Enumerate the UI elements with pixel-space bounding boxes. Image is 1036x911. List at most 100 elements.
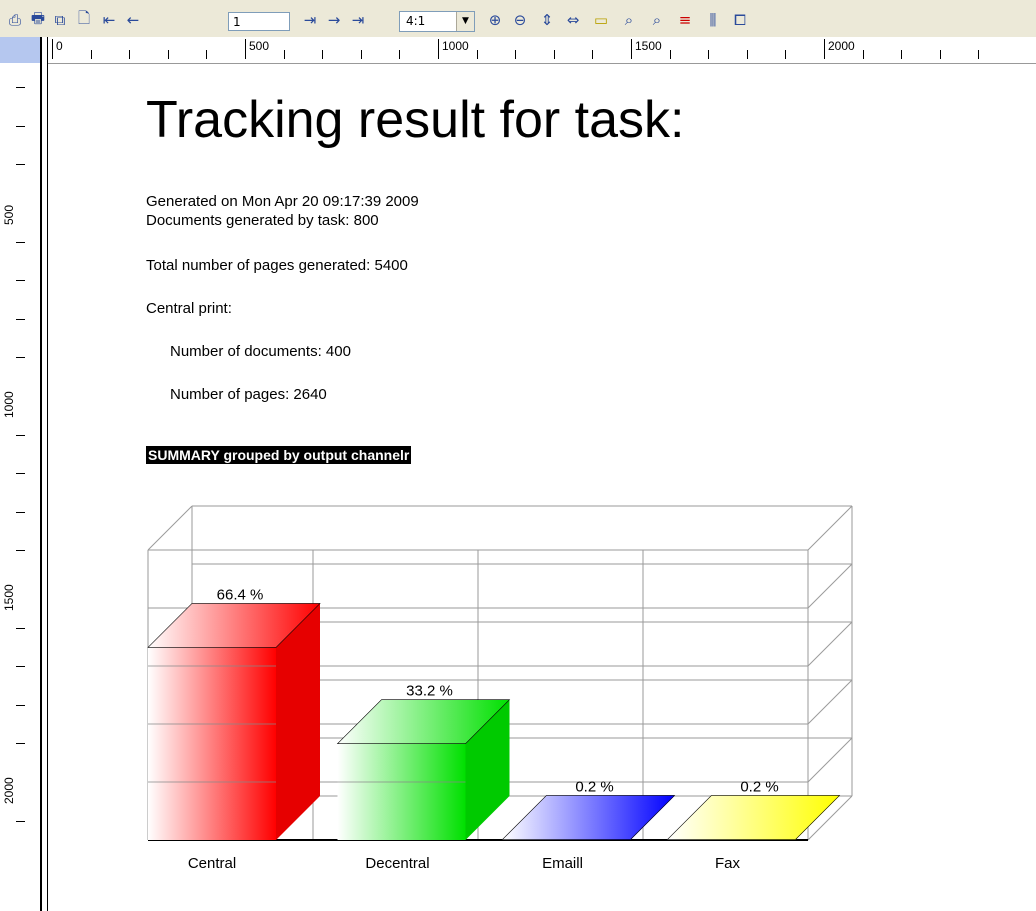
zoom-select[interactable]: 4:1 ▼ <box>399 11 475 32</box>
bar-fax <box>666 795 841 840</box>
ruler-tick <box>129 50 131 59</box>
bar-decentral <box>336 699 511 840</box>
horizontal-ruler: 0 500 1000 1500 2000 <box>46 37 1036 64</box>
ruler-tick <box>206 50 208 59</box>
ruler-tick <box>592 50 594 59</box>
ruler-tick <box>16 820 25 822</box>
ruler-tick <box>283 50 285 59</box>
ruler-tick <box>978 50 980 59</box>
bar-top <box>666 795 841 840</box>
ruler-tick <box>16 550 25 552</box>
ruler-tick <box>16 87 25 89</box>
ruler-tick <box>16 743 25 745</box>
previous-page-icon[interactable]: ← <box>123 10 143 30</box>
ruler-tick <box>476 50 478 59</box>
next-page-icon[interactable]: ⇥ <box>300 10 320 30</box>
ruler-tick <box>16 241 25 243</box>
gridline-top-left <box>147 505 193 551</box>
ruler-major-tick <box>824 39 825 59</box>
ruler-tick <box>746 50 748 59</box>
ruler-label: 1000 <box>2 391 16 418</box>
number-of-pages-text: Number of pages: 2640 <box>170 386 327 403</box>
ruler-tick <box>360 50 362 59</box>
central-print-heading: Central print: <box>146 300 232 317</box>
ruler-major-tick <box>52 39 53 59</box>
last-page-icon[interactable]: ⇥ <box>348 10 368 30</box>
ruler-tick <box>90 50 92 59</box>
ruler-tick <box>515 50 517 59</box>
report-title: Tracking result for task: <box>146 91 685 149</box>
chevron-down-icon[interactable]: ▼ <box>456 12 474 31</box>
ruler-tick <box>16 125 25 127</box>
page-edge <box>40 37 48 911</box>
ruler-tick <box>785 50 787 59</box>
bar-central <box>147 603 321 840</box>
data-label: 33.2 % <box>406 683 453 700</box>
ruler-label: 0 <box>56 39 63 53</box>
zoom-in-icon[interactable]: ⊕ <box>485 10 505 30</box>
forward-icon[interactable]: → <box>324 10 344 30</box>
ruler-tick <box>399 50 401 59</box>
lines-icon[interactable]: ≡ <box>675 10 695 30</box>
copy-icon[interactable]: ⧉ <box>50 10 70 30</box>
gridline-side <box>807 621 853 667</box>
find-next-icon[interactable]: ⌕ <box>647 10 667 30</box>
bar-front <box>337 743 466 840</box>
ruler-tick <box>16 666 25 668</box>
print-setup-icon[interactable]: 🖶 <box>28 9 48 30</box>
ruler-major-tick <box>631 39 632 59</box>
bar-front <box>148 647 276 840</box>
data-label: 0.2 % <box>575 778 613 795</box>
toolbar: ⎙ 🖶 ⧉ 🗋 ⇤ ← ⇥ → ⇥ ⊕ ⊖ ⇕ ⇔ ▭ ⌕ ⌕ ≡ ⫼ ⧠ 1 4:1 ▼ <box>0 0 1036 38</box>
ruler-label: 2000 <box>2 777 16 804</box>
gridline-side <box>807 737 853 783</box>
ruler-tick <box>322 50 324 59</box>
data-label: 66.4 % <box>217 586 264 603</box>
ruler-label: 500 <box>249 39 270 53</box>
output-channel-bar-chart: 66.4 % Central 33.2 % Decentral 0.2 % Emaill 0… <box>147 505 853 872</box>
fit-width-icon[interactable]: ⇔ <box>563 10 583 30</box>
ruler-tick <box>16 434 25 436</box>
ruler-tick <box>901 50 903 59</box>
ruler-label: 500 <box>2 204 16 225</box>
ruler-tick <box>16 473 25 475</box>
vertical-ruler: 500 1000 1500 2000 <box>0 63 41 911</box>
ruler-label: 1500 <box>635 39 662 53</box>
gridline-side <box>807 505 853 551</box>
documents-generated-text: Documents generated by task: 800 <box>146 212 379 229</box>
ruler-label: 1000 <box>442 39 469 53</box>
page-number-input[interactable]: 1 <box>228 12 290 31</box>
category-label: Decentral <box>365 855 429 872</box>
number-of-documents-text: Number of documents: 400 <box>170 343 351 360</box>
summary-heading: SUMMARY grouped by output channelr <box>146 446 412 464</box>
ruler-label: 2000 <box>828 39 855 53</box>
fit-height-icon[interactable]: ⇕ <box>537 10 557 30</box>
ruler-tick <box>16 164 25 166</box>
category-label: Central <box>188 855 236 872</box>
category-label: Emaill <box>542 855 583 872</box>
pages-icon[interactable]: ⧠ <box>730 10 750 30</box>
data-label: 0.2 % <box>740 778 778 795</box>
ruler-tick <box>939 50 941 59</box>
open-document-icon[interactable]: 🗋 <box>74 9 94 30</box>
total-pages-text: Total number of pages generated: 5400 <box>146 257 408 274</box>
gridline-side <box>807 679 853 725</box>
note-icon[interactable]: ▭ <box>591 10 611 30</box>
ruler-tick <box>669 50 671 59</box>
columns-icon[interactable]: ⫼ <box>703 10 723 30</box>
ruler-major-tick <box>438 39 439 59</box>
ruler-tick <box>16 318 25 320</box>
bar-emaill <box>501 795 676 840</box>
ruler-major-tick <box>245 39 246 59</box>
gridline-side <box>807 563 853 609</box>
ruler-label: 1500 <box>2 584 16 611</box>
zoom-value: 4:1 <box>406 14 426 28</box>
printer-icon[interactable]: ⎙ <box>5 10 25 30</box>
bar-top <box>501 795 676 840</box>
find-icon[interactable]: ⌕ <box>619 10 639 30</box>
zoom-out-icon[interactable]: ⊖ <box>510 10 530 30</box>
ruler-tick <box>16 357 25 359</box>
first-page-icon[interactable]: ⇤ <box>99 10 119 30</box>
ruler-tick <box>167 50 169 59</box>
ruler-tick <box>16 704 25 706</box>
